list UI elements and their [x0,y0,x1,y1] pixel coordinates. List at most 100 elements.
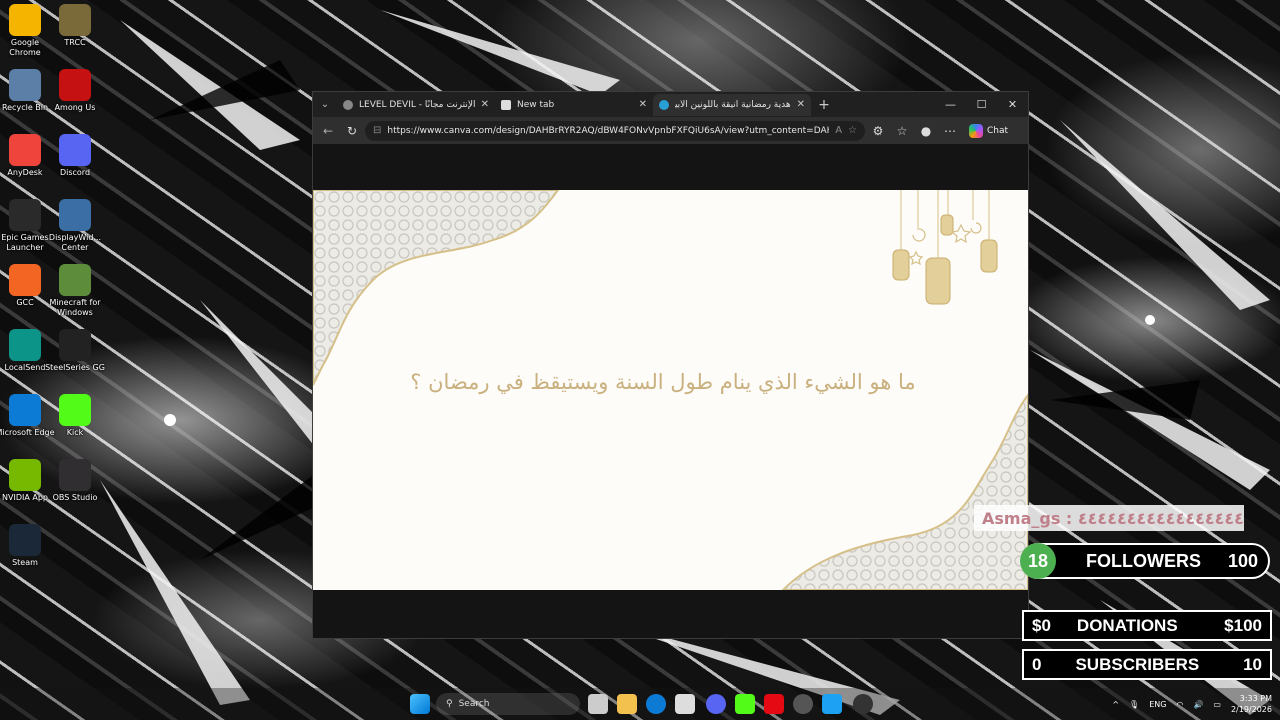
netflix-icon[interactable] [764,694,784,714]
url-text: https://www.canva.com/design/DAHBrRYR2AQ… [387,125,830,136]
subscribers-label: SUBSCRIBERS [1075,654,1200,674]
refresh-icon[interactable]: ↻ [341,124,363,138]
microphone-icon[interactable]: 🎙 [1129,700,1139,709]
steelseries-taskbar-icon[interactable] [853,694,873,714]
clock-date: 2/19/2026 [1230,705,1272,714]
app-icon [9,459,41,491]
close-icon[interactable]: ✕ [481,99,489,110]
tab-title: هدية رمضانية أنيقة باللونين الأبيض [675,99,791,110]
maximize-icon[interactable]: ☐ [966,98,997,111]
minimize-icon[interactable]: — [935,98,966,111]
desktop-icon-label: Minecraft for Windows [49,298,101,317]
desktop-icon-among-us[interactable]: Among Us [45,69,105,113]
app-icon [9,134,41,166]
app-icon [9,394,41,426]
desktop-icon-minecraft-for-windows[interactable]: Minecraft for Windows [45,264,105,318]
favorites-icon[interactable]: ☆ [891,124,913,138]
tab-canva-design[interactable]: هدية رمضانية أنيقة باللونين الأبيض ✕ [653,93,811,116]
tray-overflow-chevron-icon[interactable]: ^ [1112,700,1119,709]
desktop-icon-discord[interactable]: Discord [45,134,105,178]
copilot-chat-button[interactable]: Chat [963,123,1014,138]
desktop-icon-steam[interactable]: Steam [0,524,55,568]
wifi-icon[interactable]: ◠ [1176,700,1183,709]
desktop-icon-label: Discord [59,168,91,177]
system-tray: ^ 🎙 ENG ◠ 🔊 ▭ 3:33 PM 2/19/2026 [1112,688,1280,720]
battery-icon[interactable]: ▭ [1213,700,1221,709]
subscribers-current: 0 [1032,654,1042,674]
app-icon [59,394,91,426]
edge-taskbar-icon[interactable] [646,694,666,714]
start-windows-icon[interactable] [410,694,430,714]
app-icon [9,4,41,36]
subscribers-goal: 0 SUBSCRIBERS 10 [1022,649,1272,680]
app-icon [59,4,91,36]
new-tab-button[interactable]: + [811,97,837,113]
chat-label: Chat [987,125,1009,136]
followers-goal: 18 FOLLOWERS 100 [1020,543,1270,579]
close-icon[interactable]: ✕ [639,99,647,110]
notepad-icon[interactable] [675,694,695,714]
app-icon [59,134,91,166]
desktop-icon-obs-studio[interactable]: OBS Studio [45,459,105,503]
taskbar-search[interactable]: ⚲ Search [436,693,580,715]
tab-level-devil[interactable]: LEVEL DEVIL - ب على الإنترنت مجانًا ✕ [337,94,495,116]
window-controls: — ☐ ✕ [935,98,1028,111]
volume-icon[interactable]: 🔊 [1193,700,1203,709]
close-window-icon[interactable]: ✕ [997,98,1028,111]
back-arrow-icon[interactable]: ← [317,124,339,138]
desktop-icon-trcc[interactable]: TRCC [45,4,105,48]
file-explorer-icon[interactable] [617,694,637,714]
app-icon [59,264,91,296]
app-icon [59,329,91,361]
site-info-icon[interactable]: ⊟ [373,125,381,136]
extensions-icon[interactable]: ⚙ [867,124,889,138]
search-icon: ⚲ [446,699,453,709]
browser-toolbar: ← ↻ ⊟ https://www.canva.com/design/DAHBr… [313,117,1028,144]
desktop-icon-displaywid-center[interactable]: DisplayWid... Center [45,199,105,253]
desktop-icon-label: OBS Studio [52,493,98,502]
tab-bar: ⌄ LEVEL DEVIL - ب على الإنترنت مجانًا ✕ … [313,92,1028,117]
app-icon [9,199,41,231]
desktop-icon-label: DisplayWid... Center [48,233,102,252]
tab-title: LEVEL DEVIL - ب على الإنترنت مجانًا [359,99,475,110]
copilot-icon [969,123,983,138]
desktop-icon-kick[interactable]: Kick [45,394,105,438]
desktop-icon-steelseries-gg[interactable]: SteelSeries GG [45,329,105,373]
donations-goal: $0 DONATIONS $100 [1022,610,1272,641]
profile-avatar-icon[interactable]: ● [915,124,937,138]
search-placeholder: Search [458,699,490,709]
donations-label: DONATIONS [1076,615,1178,635]
stream-chat-message: Asma_gs : ٤٤٤٤٤٤٤٤٤٤٤٤٤٤٤٤٤٤٤٤ [974,505,1244,531]
chatgpt-icon[interactable] [793,694,813,714]
followers-count-badge: 18 [1020,543,1056,579]
browser-window: ⌄ LEVEL DEVIL - ب على الإنترنت مجانًا ✕ … [312,91,1029,639]
language-indicator[interactable]: ENG [1149,700,1166,709]
desktop-icon-label: SteelSeries GG [45,363,105,372]
close-icon[interactable]: ✕ [797,99,805,110]
more-menu-icon[interactable]: ⋯ [939,124,961,138]
clock[interactable]: 3:33 PM 2/19/2026 [1231,693,1272,715]
discord-taskbar-icon[interactable] [706,694,726,714]
followers-goal-value: 100 [1227,550,1258,571]
page-viewport: ما هو الشيء الذي ينام طول السنة ويستيقظ … [313,144,1028,638]
page-icon [501,99,511,110]
desktop-icon-label: TRCC [64,38,86,47]
followers-label: FOLLOWERS [1086,550,1201,571]
address-bar[interactable]: ⊟ https://www.canva.com/design/DAHBrRYR2… [365,120,865,141]
read-aloud-icon[interactable]: A [835,125,842,136]
app-icon [59,69,91,101]
kick-taskbar-icon[interactable] [735,694,755,714]
favorite-star-icon[interactable]: ☆ [848,125,857,136]
task-view-icon[interactable] [588,694,608,714]
canva-slide: ما هو الشيء الذي ينام طول السنة ويستيقظ … [313,190,1028,590]
slide-question-text: ما هو الشيء الذي ينام طول السنة ويستيقظ … [410,370,916,394]
app-icon [9,264,41,296]
tab-new-tab[interactable]: New tab ✕ [495,94,653,116]
app-f-icon[interactable] [822,694,842,714]
app-icon [9,329,41,361]
app-icon [59,459,91,491]
donations-goal-value: $100 [1224,615,1262,635]
tab-actions-chevron-icon[interactable]: ⌄ [313,99,337,110]
app-icon [59,199,91,231]
clock-time: 3:33 PM [1239,694,1272,703]
